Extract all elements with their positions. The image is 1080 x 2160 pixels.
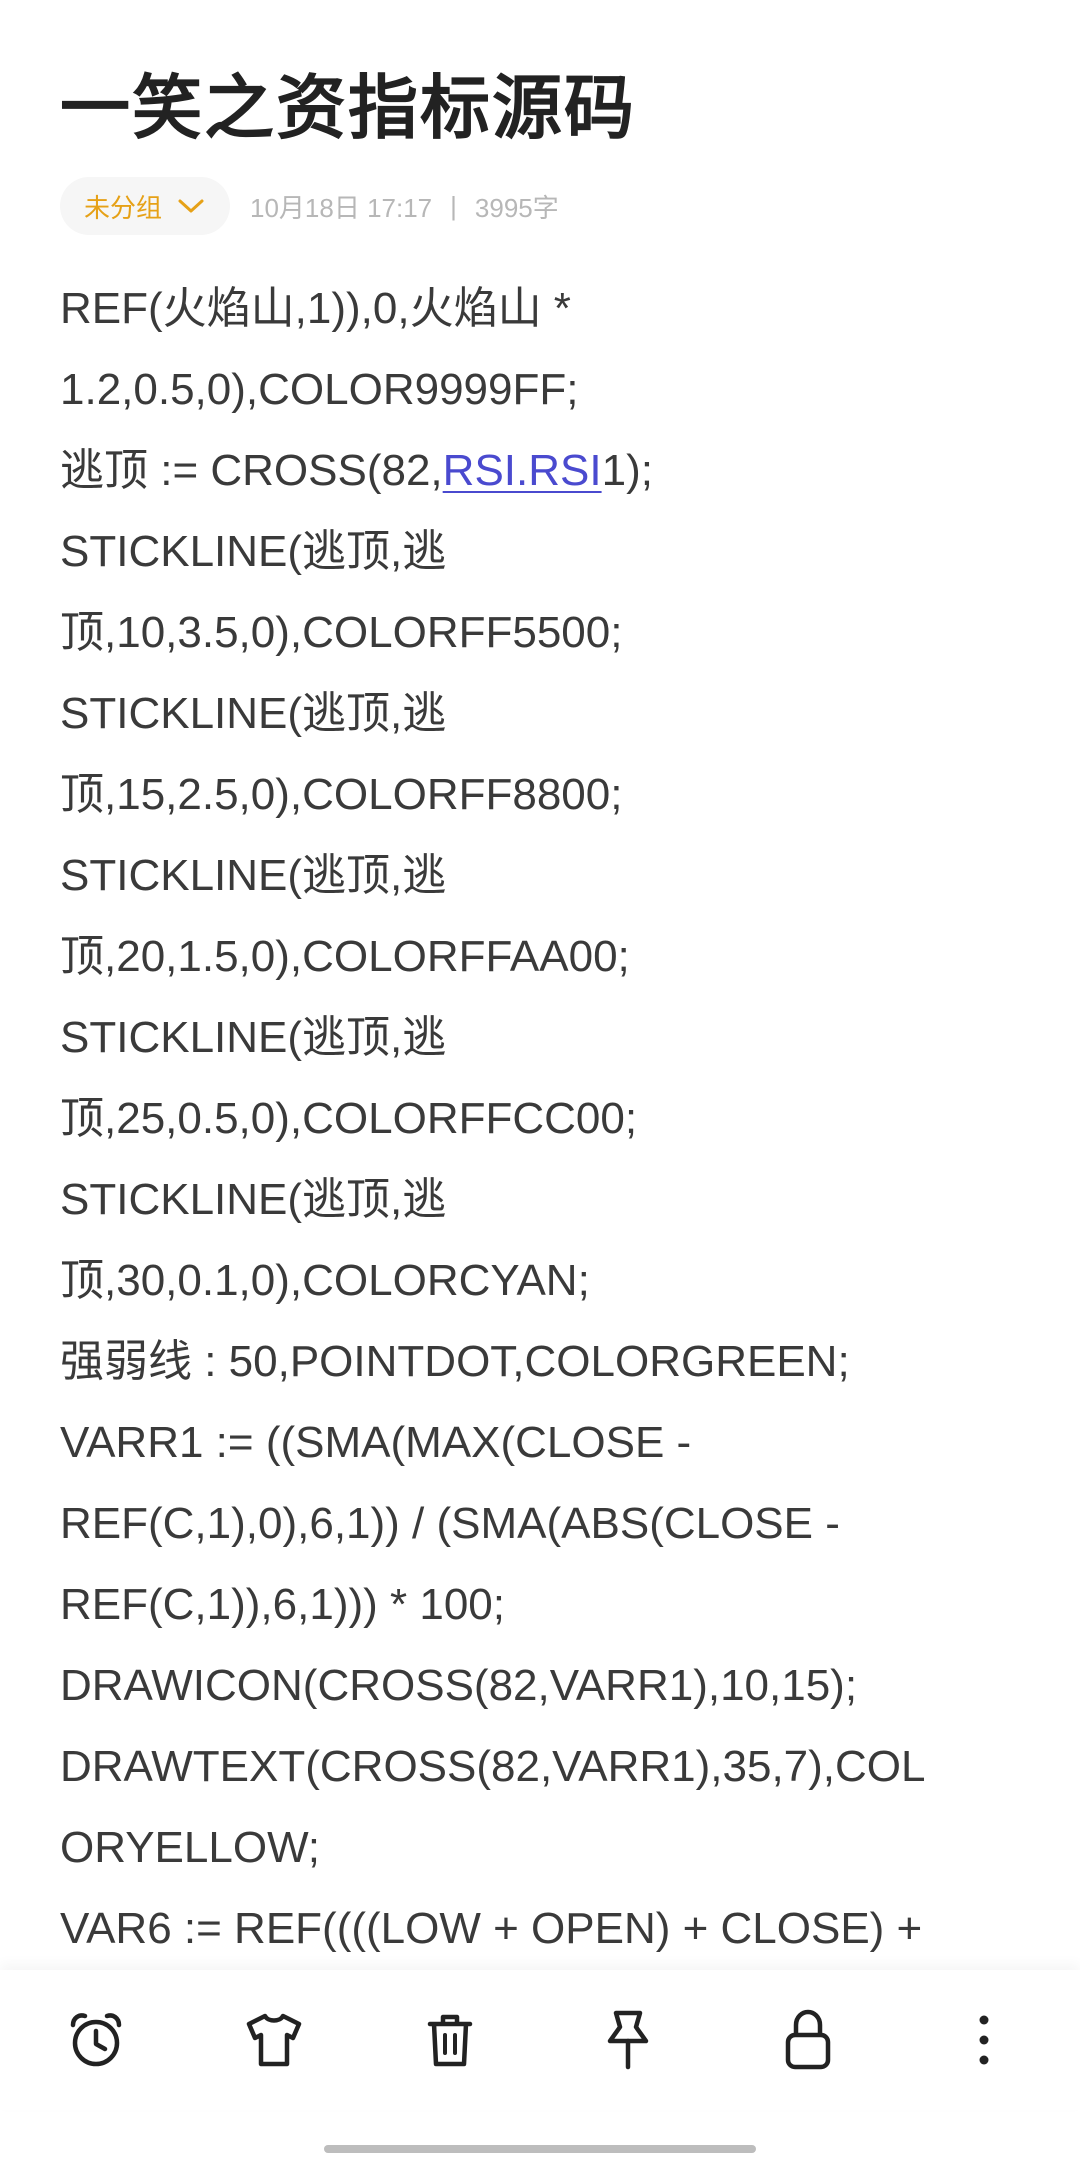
code-line: VARR1 := ((SMA(MAX(CLOSE - [60,1418,692,1467]
code-line: STICKLINE(逃顶,逃 [60,851,447,900]
code-line: 强弱线 : 50,POINTDOT,COLORGREEN; [60,1337,850,1386]
code-line: 逃顶 := CROSS(82,RSI.RSI1); [60,430,1040,511]
code-text: 1); [601,446,653,495]
rsi-link[interactable]: RSI.RSI [443,446,602,495]
code-line: STICKLINE(逃顶,逃 [60,527,447,576]
code-line: VAR6 := REF((((LOW + OPEN) + CLOSE) + [60,1904,923,1953]
code-line: STICKLINE(逃顶,逃 [60,1013,447,1062]
code-line: 顶,30,0.1,0),COLORCYAN; [60,1256,590,1305]
code-line: STICKLINE(逃顶,逃 [60,689,447,738]
code-line: 1.2,0.5,0),COLOR9999FF; [60,365,579,414]
note-page: 一笑之资指标源码 未分组 10月18日 17:17 | 3995字 REF(火焰… [0,0,1080,2160]
code-line: DRAWTEXT(CROSS(82,VARR1),35,7),COL [60,1742,926,1791]
note-date: 10月18日 17:17 [250,192,433,223]
chevron-down-icon [174,189,208,223]
code-line: 顶,25,0.5,0),COLORFFCC00; [60,1094,638,1143]
trash-icon[interactable] [410,2000,490,2080]
code-text: 逃顶 := CROSS(82, [60,446,443,495]
code-line: 顶,20,1.5,0),COLORFFAA00; [60,932,630,981]
alarm-clock-icon[interactable] [56,2000,136,2080]
code-line: REF(火焰山,1)),0,火焰山 * [60,284,571,333]
code-line: 顶,15,2.5,0),COLORFF8800; [60,770,623,819]
code-line: REF(C,1),0),6,1)) / (SMA(ABS(CLOSE - [60,1499,840,1548]
code-line: DRAWICON(CROSS(82,VARR1),10,15); [60,1661,858,1710]
code-line: REF(C,1)),6,1))) * 100; [60,1580,505,1629]
home-indicator[interactable] [324,2145,756,2153]
note-meta-row: 未分组 10月18日 17:17 | 3995字 [60,176,559,236]
code-line: 顶,10,3.5,0),COLORFF5500; [60,608,623,657]
pin-icon[interactable] [588,2000,668,2080]
note-title[interactable]: 一笑之资指标源码 [60,58,636,158]
code-line: STICKLINE(逃顶,逃 [60,1175,447,1224]
note-content[interactable]: REF(火焰山,1)),0,火焰山 * 1.2,0.5,0),COLOR9999… [60,268,1040,1958]
more-vertical-icon[interactable] [944,2000,1024,2080]
bottom-toolbar [0,1970,1080,2110]
note-meta-info: 10月18日 17:17 | 3995字 [250,188,559,225]
lock-icon[interactable] [768,2000,848,2080]
code-line: ORYELLOW; [60,1823,321,1872]
meta-separator: | [450,190,457,221]
group-label: 未分组 [84,192,163,223]
note-word-count: 3995字 [474,192,559,223]
t-shirt-icon[interactable] [234,2000,314,2080]
group-selector[interactable]: 未分组 [60,177,231,235]
